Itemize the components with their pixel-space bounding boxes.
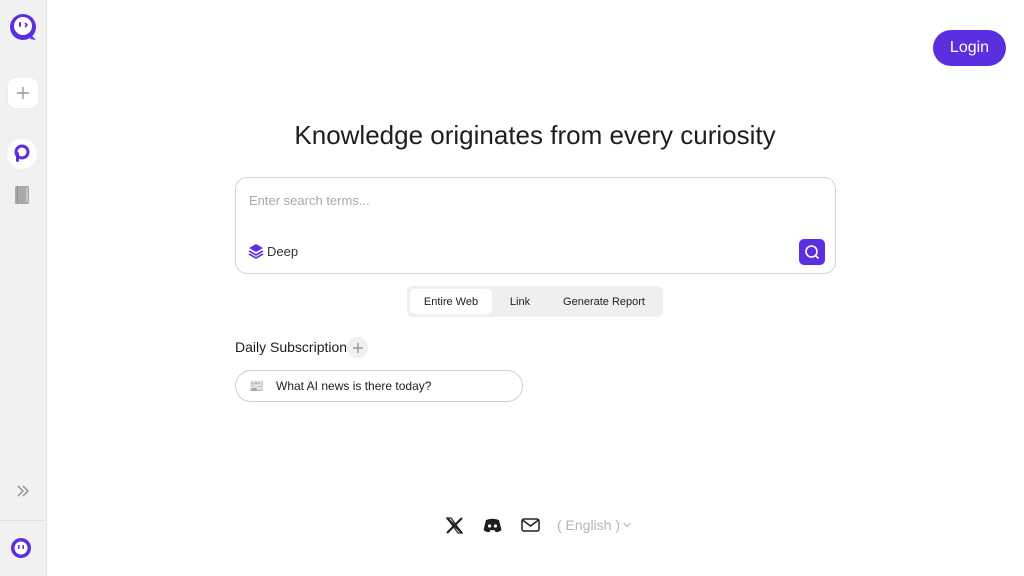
login-button[interactable]: Login <box>933 30 1006 66</box>
footer: ( English ) <box>444 514 632 536</box>
search-input[interactable] <box>249 188 819 212</box>
tab-entire-web[interactable]: Entire Web <box>410 289 492 314</box>
new-chat-button[interactable] <box>8 78 38 108</box>
mail-icon[interactable] <box>520 515 540 535</box>
newspaper-icon: 📰 <box>249 379 264 393</box>
add-subscription-button[interactable] <box>347 337 368 358</box>
layers-icon <box>248 244 264 259</box>
subscription-item[interactable]: 📰 What AI news is there today? <box>235 370 523 402</box>
deep-toggle[interactable]: Deep <box>248 243 298 259</box>
discord-icon[interactable] <box>482 515 502 535</box>
robot-face-avatar-icon[interactable] <box>10 537 32 559</box>
search-icon <box>805 245 820 260</box>
language-label: ( English ) <box>557 517 621 533</box>
p-logo-icon <box>14 144 30 162</box>
search-box: Deep <box>235 177 836 274</box>
search-mode-tabs: Entire Web Link Generate Report <box>407 286 663 317</box>
sidebar <box>0 0 47 576</box>
deep-label: Deep <box>267 243 299 259</box>
daily-subscription-heading: Daily Subscription <box>235 339 348 355</box>
tab-generate-report[interactable]: Generate Report <box>548 289 660 314</box>
robot-face-logo-icon[interactable] <box>8 12 38 42</box>
subscription-item-text: What AI news is there today? <box>276 379 432 393</box>
book-icon <box>15 186 29 204</box>
page-title: Knowledge originates from every curiosit… <box>294 120 776 150</box>
tab-link[interactable]: Link <box>492 289 548 314</box>
sidebar-item-library[interactable] <box>12 185 32 205</box>
chevron-down-icon <box>623 522 631 528</box>
language-selector[interactable]: ( English ) <box>557 517 632 533</box>
expand-sidebar-button[interactable] <box>14 482 32 500</box>
double-chevron-right-icon <box>17 485 29 497</box>
sidebar-divider <box>0 520 46 521</box>
plus-icon <box>352 342 363 353</box>
search-submit-button[interactable] <box>799 239 825 265</box>
plus-icon <box>17 87 29 99</box>
sidebar-item-app[interactable] <box>7 139 37 169</box>
x-logo-icon[interactable] <box>444 515 464 535</box>
